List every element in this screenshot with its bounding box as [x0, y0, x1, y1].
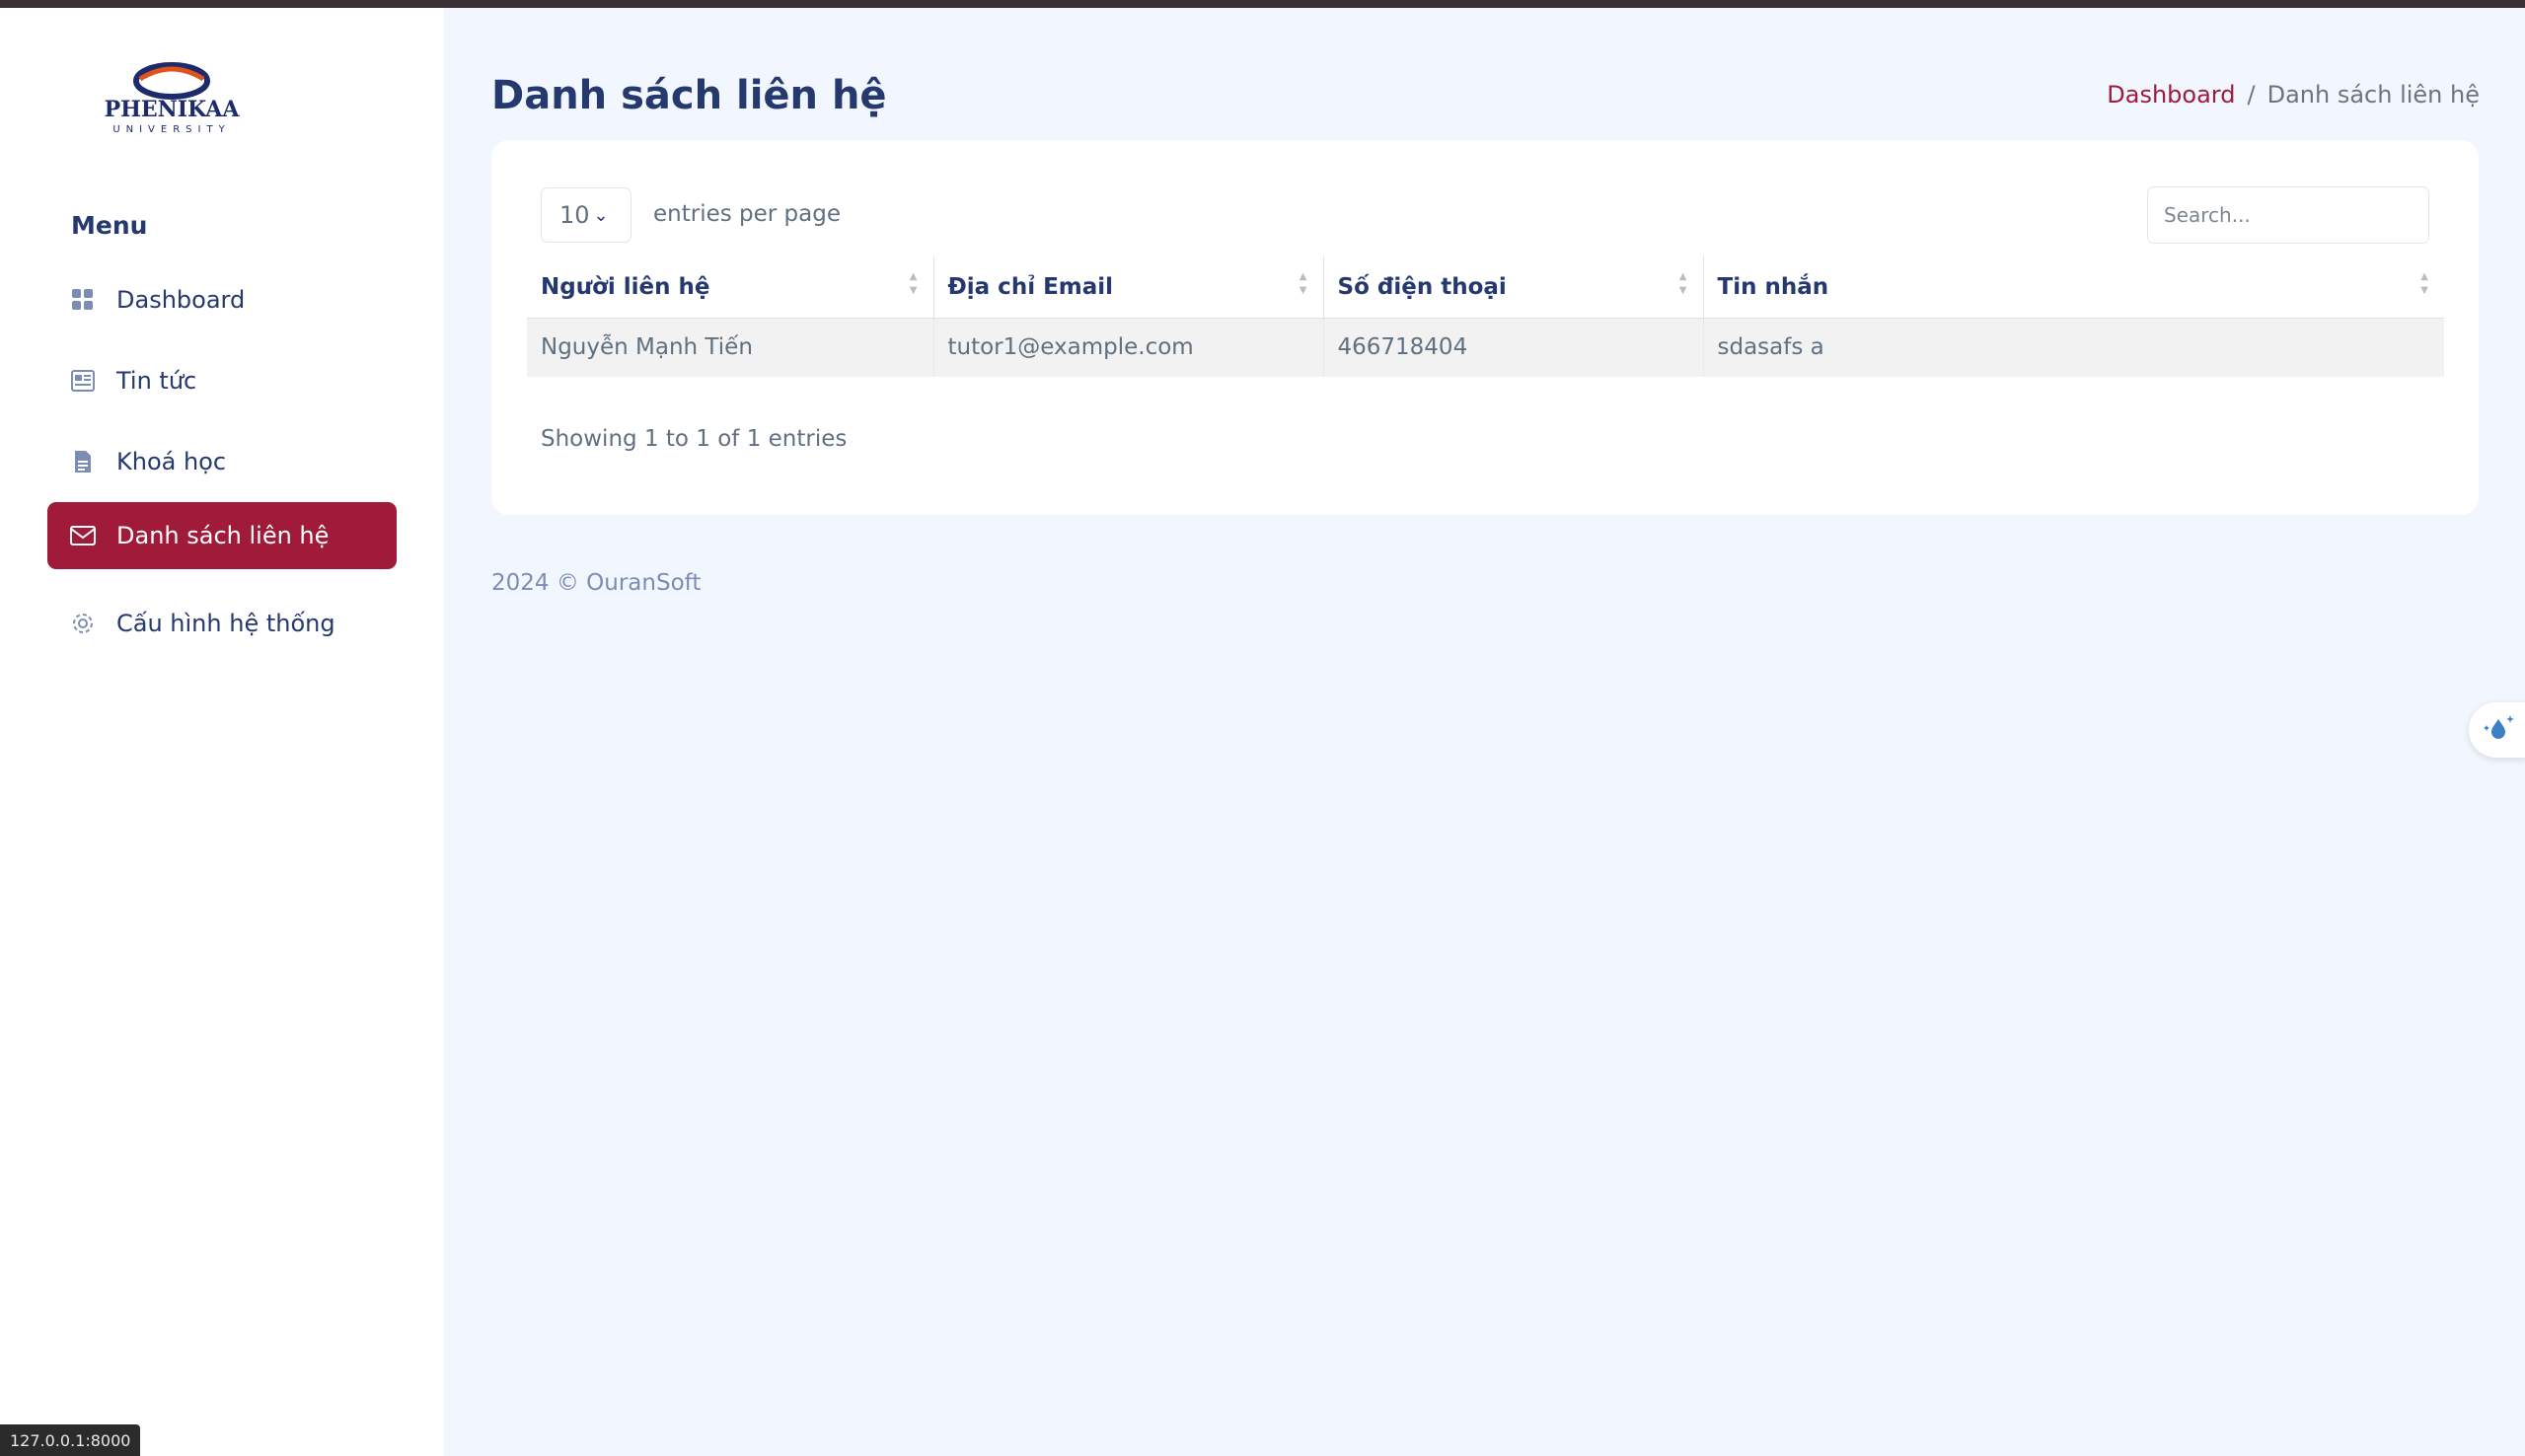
column-header-phone[interactable]: Số điện thoại ▲ ▼: [1323, 256, 1704, 319]
table-header-row: Người liên hệ ▲ ▼ Địa chỉ Email ▲ ▼ Số điệ…: [527, 256, 2444, 319]
sidebar: PHENIKAA UNIVERSITY Menu Dashboard Tin t…: [0, 8, 444, 1456]
svg-text:UNIVERSITY: UNIVERSITY: [112, 124, 230, 135]
newspaper-icon: [69, 367, 97, 395]
phenikaa-logo[interactable]: PHENIKAA UNIVERSITY: [75, 59, 268, 140]
grid-icon: [69, 286, 97, 314]
menu-title: Menu: [71, 211, 148, 240]
sidebar-item-label: Danh sách liên hệ: [116, 522, 330, 549]
sidebar-item-label: Khoá học: [116, 448, 227, 475]
table-row: Nguyễn Mạnh Tiến tutor1@example.com 4667…: [527, 318, 2444, 377]
column-header-label: Số điện thoại: [1337, 273, 1507, 300]
document-icon: [69, 448, 97, 475]
svg-text:PHENIKAA: PHENIKAA: [105, 97, 241, 122]
breadcrumb-dashboard-link[interactable]: Dashboard: [2107, 81, 2235, 109]
table-cell: Nguyễn Mạnh Tiến: [527, 318, 934, 377]
page-title: Danh sách liên hệ: [491, 73, 887, 118]
search-input[interactable]: [2147, 186, 2429, 244]
column-header-message[interactable]: Tin nhắn ▲ ▼: [1703, 256, 2444, 319]
sort-icon: ▲ ▼: [1678, 271, 1687, 296]
floating-assistant-button[interactable]: [2469, 702, 2525, 758]
table-info: Showing 1 to 1 of 1 entries: [541, 426, 848, 452]
sort-icon: ▲ ▼: [1299, 271, 1307, 296]
chevron-down-icon: ⌄: [593, 204, 609, 226]
sidebar-item-label: Tin tức: [116, 367, 197, 395]
column-header-contact[interactable]: Người liên hệ ▲ ▼: [527, 256, 934, 319]
envelope-icon: [69, 522, 97, 549]
entries-per-page-value: 10: [559, 201, 590, 229]
table-cell: tutor1@example.com: [933, 318, 1324, 377]
entries-per-page-select[interactable]: 10 ⌄: [541, 187, 631, 243]
sidebar-item-dashboard[interactable]: Dashboard: [47, 266, 397, 333]
sidebar-item-label: Cấu hình hệ thống: [116, 610, 335, 637]
footer-text: 2024 © OuranSoft: [491, 570, 702, 596]
sidebar-item-courses[interactable]: Khoá học: [47, 428, 397, 495]
table-cell: 466718404: [1323, 318, 1704, 377]
sparkle-drop-icon: [2483, 713, 2516, 747]
sort-icon: ▲ ▼: [2420, 271, 2428, 296]
sidebar-item-contacts[interactable]: Danh sách liên hệ: [47, 502, 397, 569]
column-header-label: Tin nhắn: [1717, 273, 1829, 300]
sidebar-item-news[interactable]: Tin tức: [47, 347, 397, 414]
status-bar-url: 127.0.0.1:8000: [0, 1424, 141, 1456]
sidebar-item-label: Dashboard: [116, 286, 246, 314]
breadcrumb: Dashboard / Danh sách liên hệ: [2107, 81, 2480, 109]
contacts-card: 10 ⌄ entries per page Người liên hệ ▲▼ Đ…: [491, 140, 2479, 515]
column-header-email[interactable]: Địa chỉ Email ▲ ▼: [933, 256, 1324, 319]
breadcrumb-separator: /: [2247, 81, 2256, 109]
gear-icon: [69, 610, 97, 637]
table-cell: sdasafs a: [1703, 318, 2444, 377]
top-border: [0, 0, 2525, 8]
column-header-label: Người liên hệ: [541, 273, 710, 300]
column-header-label: Địa chỉ Email: [947, 273, 1114, 300]
sidebar-item-settings[interactable]: Cấu hình hệ thống: [47, 590, 397, 657]
contacts-table: Người liên hệ ▲ ▼ Địa chỉ Email ▲ ▼ Số điệ…: [527, 256, 2444, 377]
breadcrumb-current: Danh sách liên hệ: [2266, 81, 2480, 109]
sort-icon: ▲ ▼: [909, 271, 918, 296]
entries-per-page-label: entries per page: [653, 201, 841, 227]
